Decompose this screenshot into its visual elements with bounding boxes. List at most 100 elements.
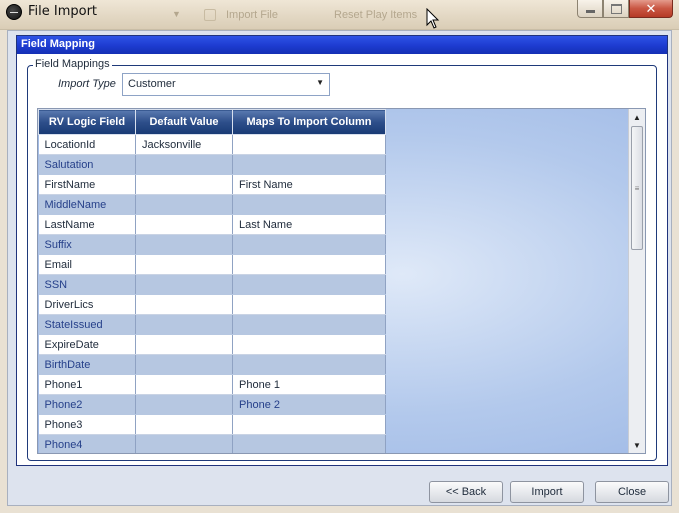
- cell-rv-logic-field[interactable]: ExpireDate: [38, 334, 136, 355]
- import-type-label: Import Type: [58, 78, 116, 90]
- column-header-default-value[interactable]: Default Value: [135, 109, 233, 135]
- cell-maps-to-import-column[interactable]: Last Name: [232, 214, 386, 235]
- cell-maps-to-import-column[interactable]: [232, 354, 386, 375]
- mapping-grid: RV Logic Field Default Value Maps To Imp…: [37, 108, 646, 454]
- background-tab-reset-play-items: Reset Play Items: [334, 9, 418, 21]
- field-mappings-group: Field Mappings Import Type Customer ▼ RV…: [27, 58, 657, 461]
- cell-default-value[interactable]: [135, 154, 233, 175]
- cell-default-value[interactable]: [135, 254, 233, 275]
- cell-maps-to-import-column[interactable]: [232, 234, 386, 255]
- cell-rv-logic-field[interactable]: MiddleName: [38, 194, 136, 215]
- import-file-icon: [204, 9, 216, 21]
- cell-maps-to-import-column[interactable]: [232, 274, 386, 295]
- table-row[interactable]: DriverLics: [38, 294, 386, 315]
- panel-header: Field Mapping: [17, 36, 667, 54]
- cell-maps-to-import-column[interactable]: [232, 294, 386, 315]
- title-bar[interactable]: File Import ▼ Import File Reset Play Ite…: [0, 0, 679, 30]
- close-button[interactable]: Close: [595, 481, 669, 503]
- maximize-button[interactable]: [603, 0, 629, 18]
- cell-default-value[interactable]: [135, 174, 233, 195]
- table-row[interactable]: Phone4: [38, 434, 386, 453]
- import-button[interactable]: Import: [510, 481, 584, 503]
- background-tab-import-file: Import File: [226, 9, 278, 21]
- cell-rv-logic-field[interactable]: Phone4: [38, 434, 136, 453]
- scroll-down-icon[interactable]: ▼: [629, 437, 645, 453]
- cell-default-value[interactable]: Jacksonville: [135, 134, 233, 155]
- close-window-button[interactable]: ✕: [629, 0, 673, 18]
- mouse-cursor-icon: [426, 8, 440, 29]
- cell-rv-logic-field[interactable]: Phone1: [38, 374, 136, 395]
- import-type-select[interactable]: Customer ▼: [122, 73, 330, 96]
- table-row[interactable]: Phone2 Phone 2: [38, 394, 386, 415]
- cell-default-value[interactable]: [135, 194, 233, 215]
- cell-maps-to-import-column[interactable]: Phone 2: [232, 394, 386, 415]
- cell-maps-to-import-column[interactable]: [232, 434, 386, 453]
- cell-maps-to-import-column[interactable]: [232, 334, 386, 355]
- table-row[interactable]: Suffix: [38, 234, 386, 255]
- cell-maps-to-import-column[interactable]: [232, 414, 386, 435]
- grid-body: LocationId Jacksonville Salutation FirstNam…: [38, 134, 386, 453]
- cell-rv-logic-field[interactable]: LastName: [38, 214, 136, 235]
- cell-maps-to-import-column[interactable]: First Name: [232, 174, 386, 195]
- minimize-button[interactable]: [577, 0, 603, 18]
- vertical-scrollbar[interactable]: ▲ ≡ ▼: [628, 109, 645, 453]
- table-row[interactable]: SSN: [38, 274, 386, 295]
- cell-rv-logic-field[interactable]: Suffix: [38, 234, 136, 255]
- table-row[interactable]: Email: [38, 254, 386, 275]
- grid-header-row: RV Logic Field Default Value Maps To Imp…: [38, 109, 386, 135]
- table-row[interactable]: MiddleName: [38, 194, 386, 215]
- cell-default-value[interactable]: [135, 314, 233, 335]
- column-header-rv-logic-field[interactable]: RV Logic Field: [38, 109, 136, 135]
- cell-default-value[interactable]: [135, 374, 233, 395]
- cell-maps-to-import-column[interactable]: [232, 194, 386, 215]
- cell-maps-to-import-column[interactable]: [232, 134, 386, 155]
- cell-rv-logic-field[interactable]: FirstName: [38, 174, 136, 195]
- table-row[interactable]: ExpireDate: [38, 334, 386, 355]
- cell-default-value[interactable]: [135, 214, 233, 235]
- field-mapping-panel: Field Mapping Field Mappings Import Type…: [16, 35, 668, 466]
- cell-rv-logic-field[interactable]: Phone2: [38, 394, 136, 415]
- chevron-down-icon[interactable]: ▼: [316, 78, 324, 87]
- cell-default-value[interactable]: [135, 354, 233, 375]
- cell-default-value[interactable]: [135, 274, 233, 295]
- import-type-value: Customer: [128, 78, 176, 90]
- table-row[interactable]: Phone1 Phone 1: [38, 374, 386, 395]
- cell-rv-logic-field[interactable]: BirthDate: [38, 354, 136, 375]
- file-import-window: File Import ▼ Import File Reset Play Ite…: [0, 0, 679, 513]
- column-header-maps-to-import-column[interactable]: Maps To Import Column: [232, 109, 386, 135]
- cell-default-value[interactable]: [135, 434, 233, 453]
- cell-default-value[interactable]: [135, 234, 233, 255]
- cell-rv-logic-field[interactable]: DriverLics: [38, 294, 136, 315]
- table-row[interactable]: BirthDate: [38, 354, 386, 375]
- table-row[interactable]: Phone3: [38, 414, 386, 435]
- dialog-client-area: Field Mapping Field Mappings Import Type…: [7, 30, 672, 506]
- cell-rv-logic-field[interactable]: Phone3: [38, 414, 136, 435]
- window-title: File Import: [28, 4, 98, 19]
- cell-default-value[interactable]: [135, 414, 233, 435]
- cell-rv-logic-field[interactable]: Salutation: [38, 154, 136, 175]
- scroll-thumb[interactable]: ≡: [631, 126, 643, 250]
- cell-default-value[interactable]: [135, 394, 233, 415]
- back-button[interactable]: << Back: [429, 481, 503, 503]
- cell-rv-logic-field[interactable]: StateIssued: [38, 314, 136, 335]
- cell-maps-to-import-column[interactable]: [232, 254, 386, 275]
- cell-default-value[interactable]: [135, 294, 233, 315]
- cell-maps-to-import-column[interactable]: [232, 314, 386, 335]
- scroll-up-icon[interactable]: ▲: [629, 109, 645, 125]
- cell-rv-logic-field[interactable]: Email: [38, 254, 136, 275]
- mapping-table: RV Logic Field Default Value Maps To Imp…: [38, 109, 386, 453]
- cell-default-value[interactable]: [135, 334, 233, 355]
- cell-maps-to-import-column[interactable]: [232, 154, 386, 175]
- table-row[interactable]: Salutation: [38, 154, 386, 175]
- app-icon: [6, 4, 22, 20]
- chevron-down-icon: ▼: [172, 9, 181, 19]
- table-row[interactable]: LocationId Jacksonville: [38, 134, 386, 155]
- cell-maps-to-import-column[interactable]: Phone 1: [232, 374, 386, 395]
- cell-rv-logic-field[interactable]: SSN: [38, 274, 136, 295]
- cell-rv-logic-field[interactable]: LocationId: [38, 134, 136, 155]
- group-title: Field Mappings: [33, 58, 112, 70]
- table-row[interactable]: LastName Last Name: [38, 214, 386, 235]
- table-row[interactable]: StateIssued: [38, 314, 386, 335]
- table-row[interactable]: FirstName First Name: [38, 174, 386, 195]
- window-controls: ✕: [577, 0, 673, 18]
